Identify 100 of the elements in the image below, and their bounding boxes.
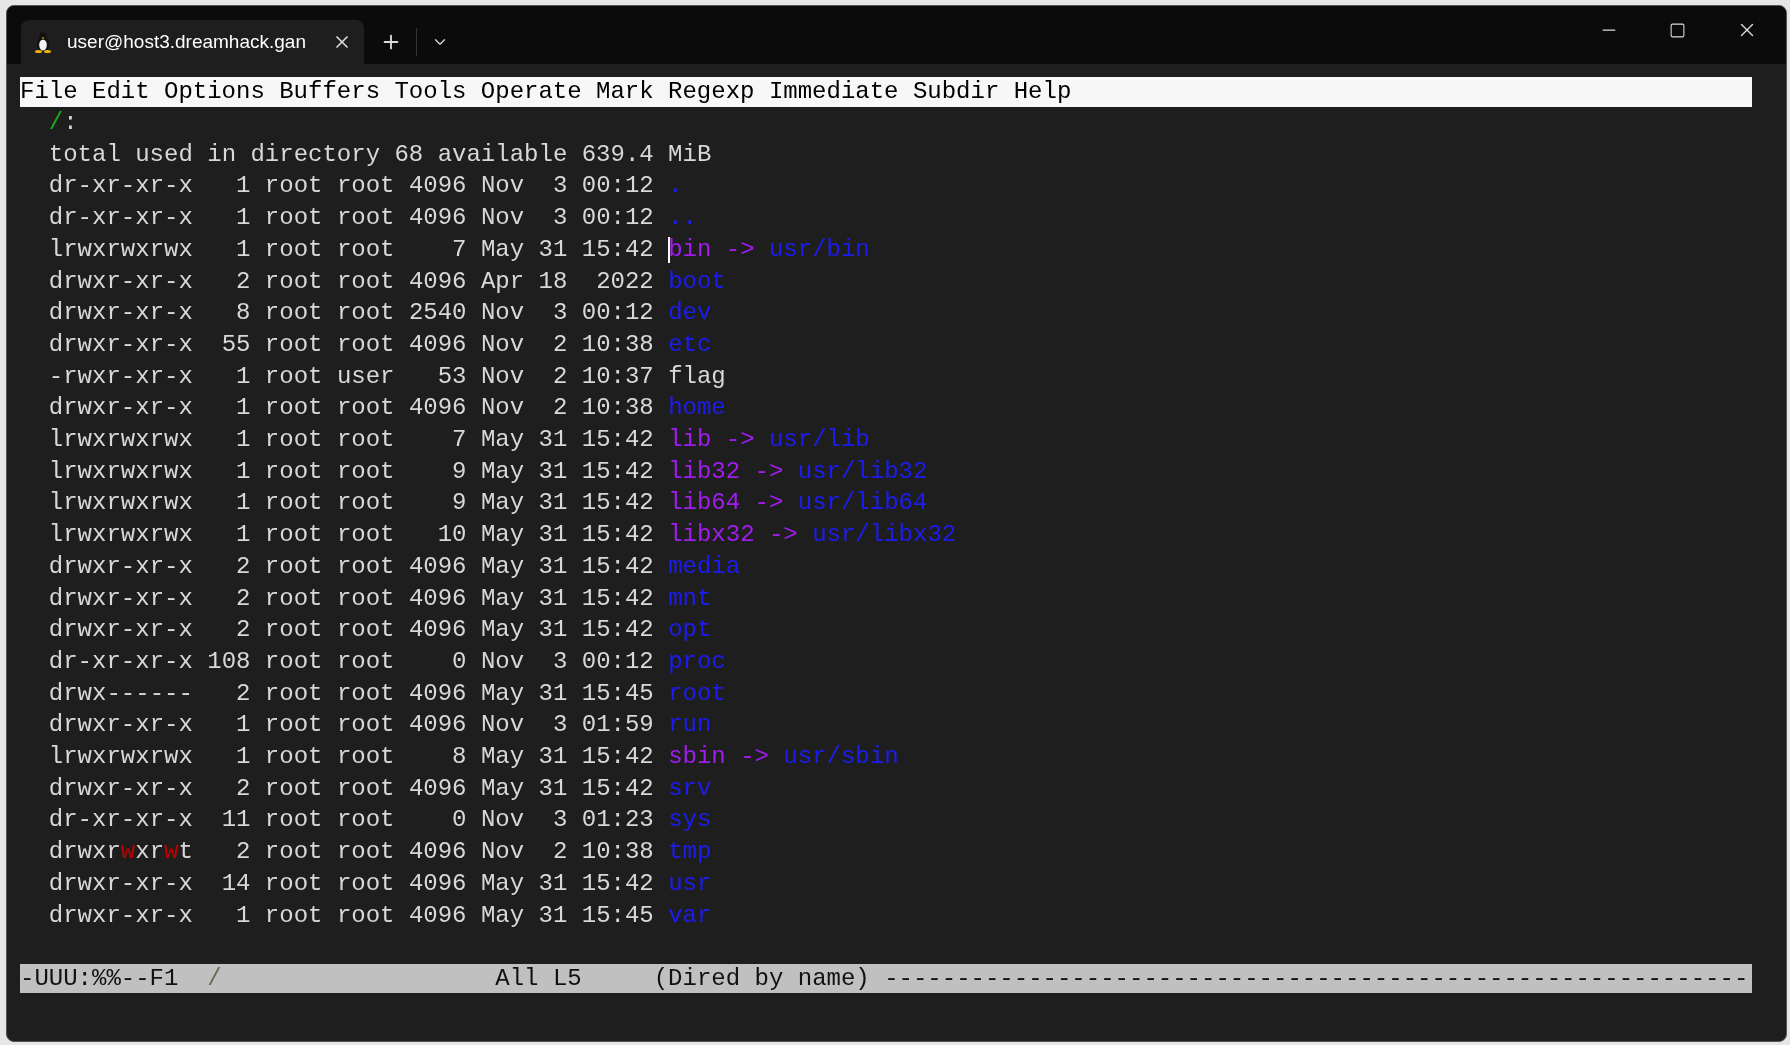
file-permissions: lrwxrwxrwx — [48, 520, 193, 551]
link-arrow: -> — [740, 742, 769, 773]
major-mode: (Dired by name) — [653, 964, 870, 993]
file-details: 55 root root 4096 Nov 2 10:38 — [220, 329, 655, 360]
file-name[interactable]: lib32 — [668, 455, 741, 488]
file-details: 2 root root 4096 May 31 15:42 — [235, 551, 655, 582]
file-permissions: -rwxr-xr-x — [48, 361, 193, 392]
file-details: 1 root root 9 May 31 15:42 — [235, 456, 655, 487]
file-permissions: dr-xr-xr-x — [48, 171, 193, 202]
tab-title: user@host3.dreamhack.gan — [67, 29, 307, 54]
file-permissions: dr-xr-xr-x — [48, 646, 193, 677]
maximize-icon[interactable] — [1669, 21, 1686, 39]
file-name[interactable]: boot — [668, 265, 726, 298]
file-details: 1 root root 4096 May 31 15:45 — [235, 900, 655, 931]
buffer-position: All L5 — [495, 964, 582, 993]
file-details: 2 root root 4096 May 31 15:42 — [235, 773, 655, 804]
file-name[interactable]: srv — [668, 772, 712, 805]
link-arrow: -> — [725, 425, 755, 456]
file-name[interactable]: media — [668, 550, 741, 583]
file-permissions: lrwxrwxrwx — [48, 488, 193, 519]
file-name[interactable]: lib64 — [668, 487, 741, 520]
file-details: 1 root root 7 May 31 15:42 — [235, 425, 655, 456]
menu-item[interactable]: File — [20, 77, 78, 107]
file-permissions: drwxr-xr-x — [48, 900, 193, 931]
file-name[interactable]: usr — [668, 867, 712, 900]
file-permissions: lrwxrwxrwx — [48, 456, 193, 487]
file-name[interactable]: bin — [668, 233, 712, 266]
menu-item[interactable]: Regexp — [668, 77, 755, 107]
file-permissions: drwxr-xr-x — [48, 551, 193, 582]
mode-line-fill: ------------------------------------------------------------ — [884, 964, 1749, 993]
file-permissions: lrwxrwxrwx — [48, 234, 193, 265]
file-permissions: drwxr-xr-x — [48, 298, 193, 329]
file-permissions: dr-xr-xr-x — [48, 203, 193, 234]
file-name[interactable]: sys — [668, 804, 712, 837]
file-name[interactable]: sbin — [668, 741, 726, 773]
file-details: 11 root root 0 Nov 3 01:23 — [220, 805, 655, 836]
file-name[interactable]: flag — [668, 360, 726, 393]
menu-item[interactable]: Edit — [92, 77, 150, 107]
file-permissions: drwxr-xr-x — [48, 583, 193, 614]
link-target: usr/lib32 — [797, 456, 928, 487]
link-target: usr/lib64 — [797, 488, 928, 519]
directory-path: / — [48, 108, 64, 138]
file-details: 2 root root 4096 May 31 15:42 — [235, 615, 655, 646]
file-name[interactable]: dev — [668, 297, 712, 329]
file-name[interactable]: root — [668, 677, 726, 710]
file-permissions: drwx------ — [48, 678, 193, 709]
file-name[interactable]: mnt — [668, 582, 712, 615]
file-details: 2 root root 4096 Apr 18 2022 — [235, 266, 655, 297]
menu-item[interactable]: Operate — [480, 77, 582, 107]
link-arrow: -> — [725, 234, 755, 265]
menu-item[interactable]: Immediate — [768, 77, 899, 107]
file-name[interactable]: .. — [668, 202, 697, 234]
file-details: 1 root root 7 May 31 15:42 — [235, 234, 655, 265]
file-details: 1 root user 53 Nov 2 10:37 — [235, 361, 655, 392]
file-details: 1 root root 4096 Nov 2 10:38 — [235, 393, 655, 424]
header-colon: : — [63, 108, 78, 138]
directory-total: total used in directory 68 available 639.4 MiB — [48, 139, 713, 170]
link-target: usr/bin — [768, 234, 870, 265]
file-name[interactable]: proc — [668, 645, 726, 678]
buffer-name: / — [207, 964, 222, 993]
menu-item[interactable]: Subdir — [912, 77, 1000, 107]
file-permissions: dr-xr-xr-x — [48, 805, 193, 836]
file-permissions: drwxr-xr-x — [48, 710, 193, 741]
terminal-tab[interactable]: user@host3.dreamhack.gan — [21, 20, 364, 64]
file-details: 1 root root 4096 Nov 3 00:12 — [235, 203, 655, 234]
menu-item[interactable]: Help — [1013, 77, 1072, 107]
file-details: 14 root root 4096 May 31 15:42 — [220, 868, 655, 899]
link-arrow: -> — [754, 456, 784, 487]
file-permissions: lrwxrwxrwx — [48, 425, 193, 456]
file-name[interactable]: lib — [668, 424, 712, 456]
file-permissions: drwxr-xr-x — [48, 615, 193, 646]
menu-item[interactable]: Options — [164, 77, 265, 107]
link-target: usr/libx32 — [812, 520, 957, 551]
file-details: 2 root root 4096 May 31 15:42 — [235, 583, 655, 614]
link-target: usr/lib — [768, 425, 870, 456]
menu-item[interactable]: Tools — [394, 77, 467, 107]
file-details: 2 root root 4096 May 31 15:45 — [235, 678, 655, 709]
file-details: 1 root root 9 May 31 15:42 — [235, 488, 655, 519]
file-name[interactable]: etc — [668, 328, 712, 361]
file-details: 1 root root 4096 Nov 3 00:12 — [235, 171, 655, 202]
file-name[interactable]: home — [668, 392, 726, 425]
file-name[interactable]: run — [668, 709, 712, 742]
link-target: usr/sbin — [783, 742, 899, 773]
file-details: 108 root root 0 Nov 3 00:12 — [206, 646, 655, 677]
file-details: 1 root root 4096 Nov 3 01:59 — [235, 710, 655, 741]
menu-item[interactable]: Buffers — [279, 77, 381, 107]
file-permissions: drwxr-xr-x — [48, 329, 193, 360]
link-arrow: -> — [754, 488, 784, 519]
menu-item[interactable]: Mark — [596, 77, 654, 107]
file-name[interactable]: var — [668, 899, 712, 932]
file-name[interactable]: . — [668, 170, 683, 203]
file-permissions: drwxr-xr-x — [48, 266, 193, 297]
file-permissions: drwxr-xr-x — [48, 868, 193, 899]
file-details: 8 root root 2540 Nov 3 00:12 — [235, 298, 655, 329]
buffer-status: -UUU:%%--F1 — [20, 964, 179, 993]
file-permissions: drwxr-xr-x — [48, 773, 193, 804]
file-name[interactable]: libx32 — [668, 519, 755, 551]
file-name[interactable]: opt — [668, 614, 712, 646]
penguin-icon — [33, 31, 53, 53]
file-name[interactable]: tmp — [668, 836, 712, 868]
